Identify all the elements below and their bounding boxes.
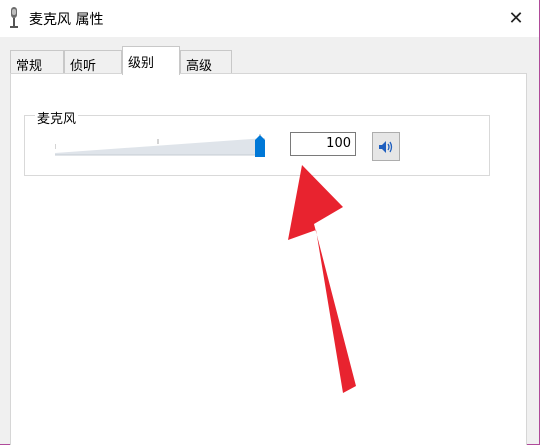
- speaker-icon: [379, 140, 393, 153]
- microphone-icon: [10, 7, 18, 28]
- tab-levels[interactable]: 级别: [122, 46, 180, 75]
- tab-general[interactable]: 常规: [10, 50, 64, 74]
- slider-track: [55, 138, 265, 155]
- close-icon: ✕: [508, 7, 524, 29]
- tab-advanced[interactable]: 高级: [180, 50, 232, 74]
- levels-panel: 麦克风 100: [10, 73, 527, 445]
- close-button[interactable]: ✕: [499, 2, 533, 34]
- window-title: 麦克风 属性: [29, 12, 104, 28]
- group-label: 麦克风: [35, 108, 79, 127]
- microphone-level-group: 麦克风 100: [24, 108, 490, 176]
- mute-toggle-button[interactable]: [372, 132, 400, 161]
- title-bar: 麦克风 属性 ✕: [0, 0, 539, 37]
- tab-listen[interactable]: 侦听: [64, 50, 122, 74]
- microphone-level-input[interactable]: 100: [290, 132, 356, 156]
- properties-window: 麦克风 属性 ✕ 常规 侦听 级别 高级 麦克风 100: [0, 0, 540, 445]
- microphone-level-slider[interactable]: [55, 133, 270, 169]
